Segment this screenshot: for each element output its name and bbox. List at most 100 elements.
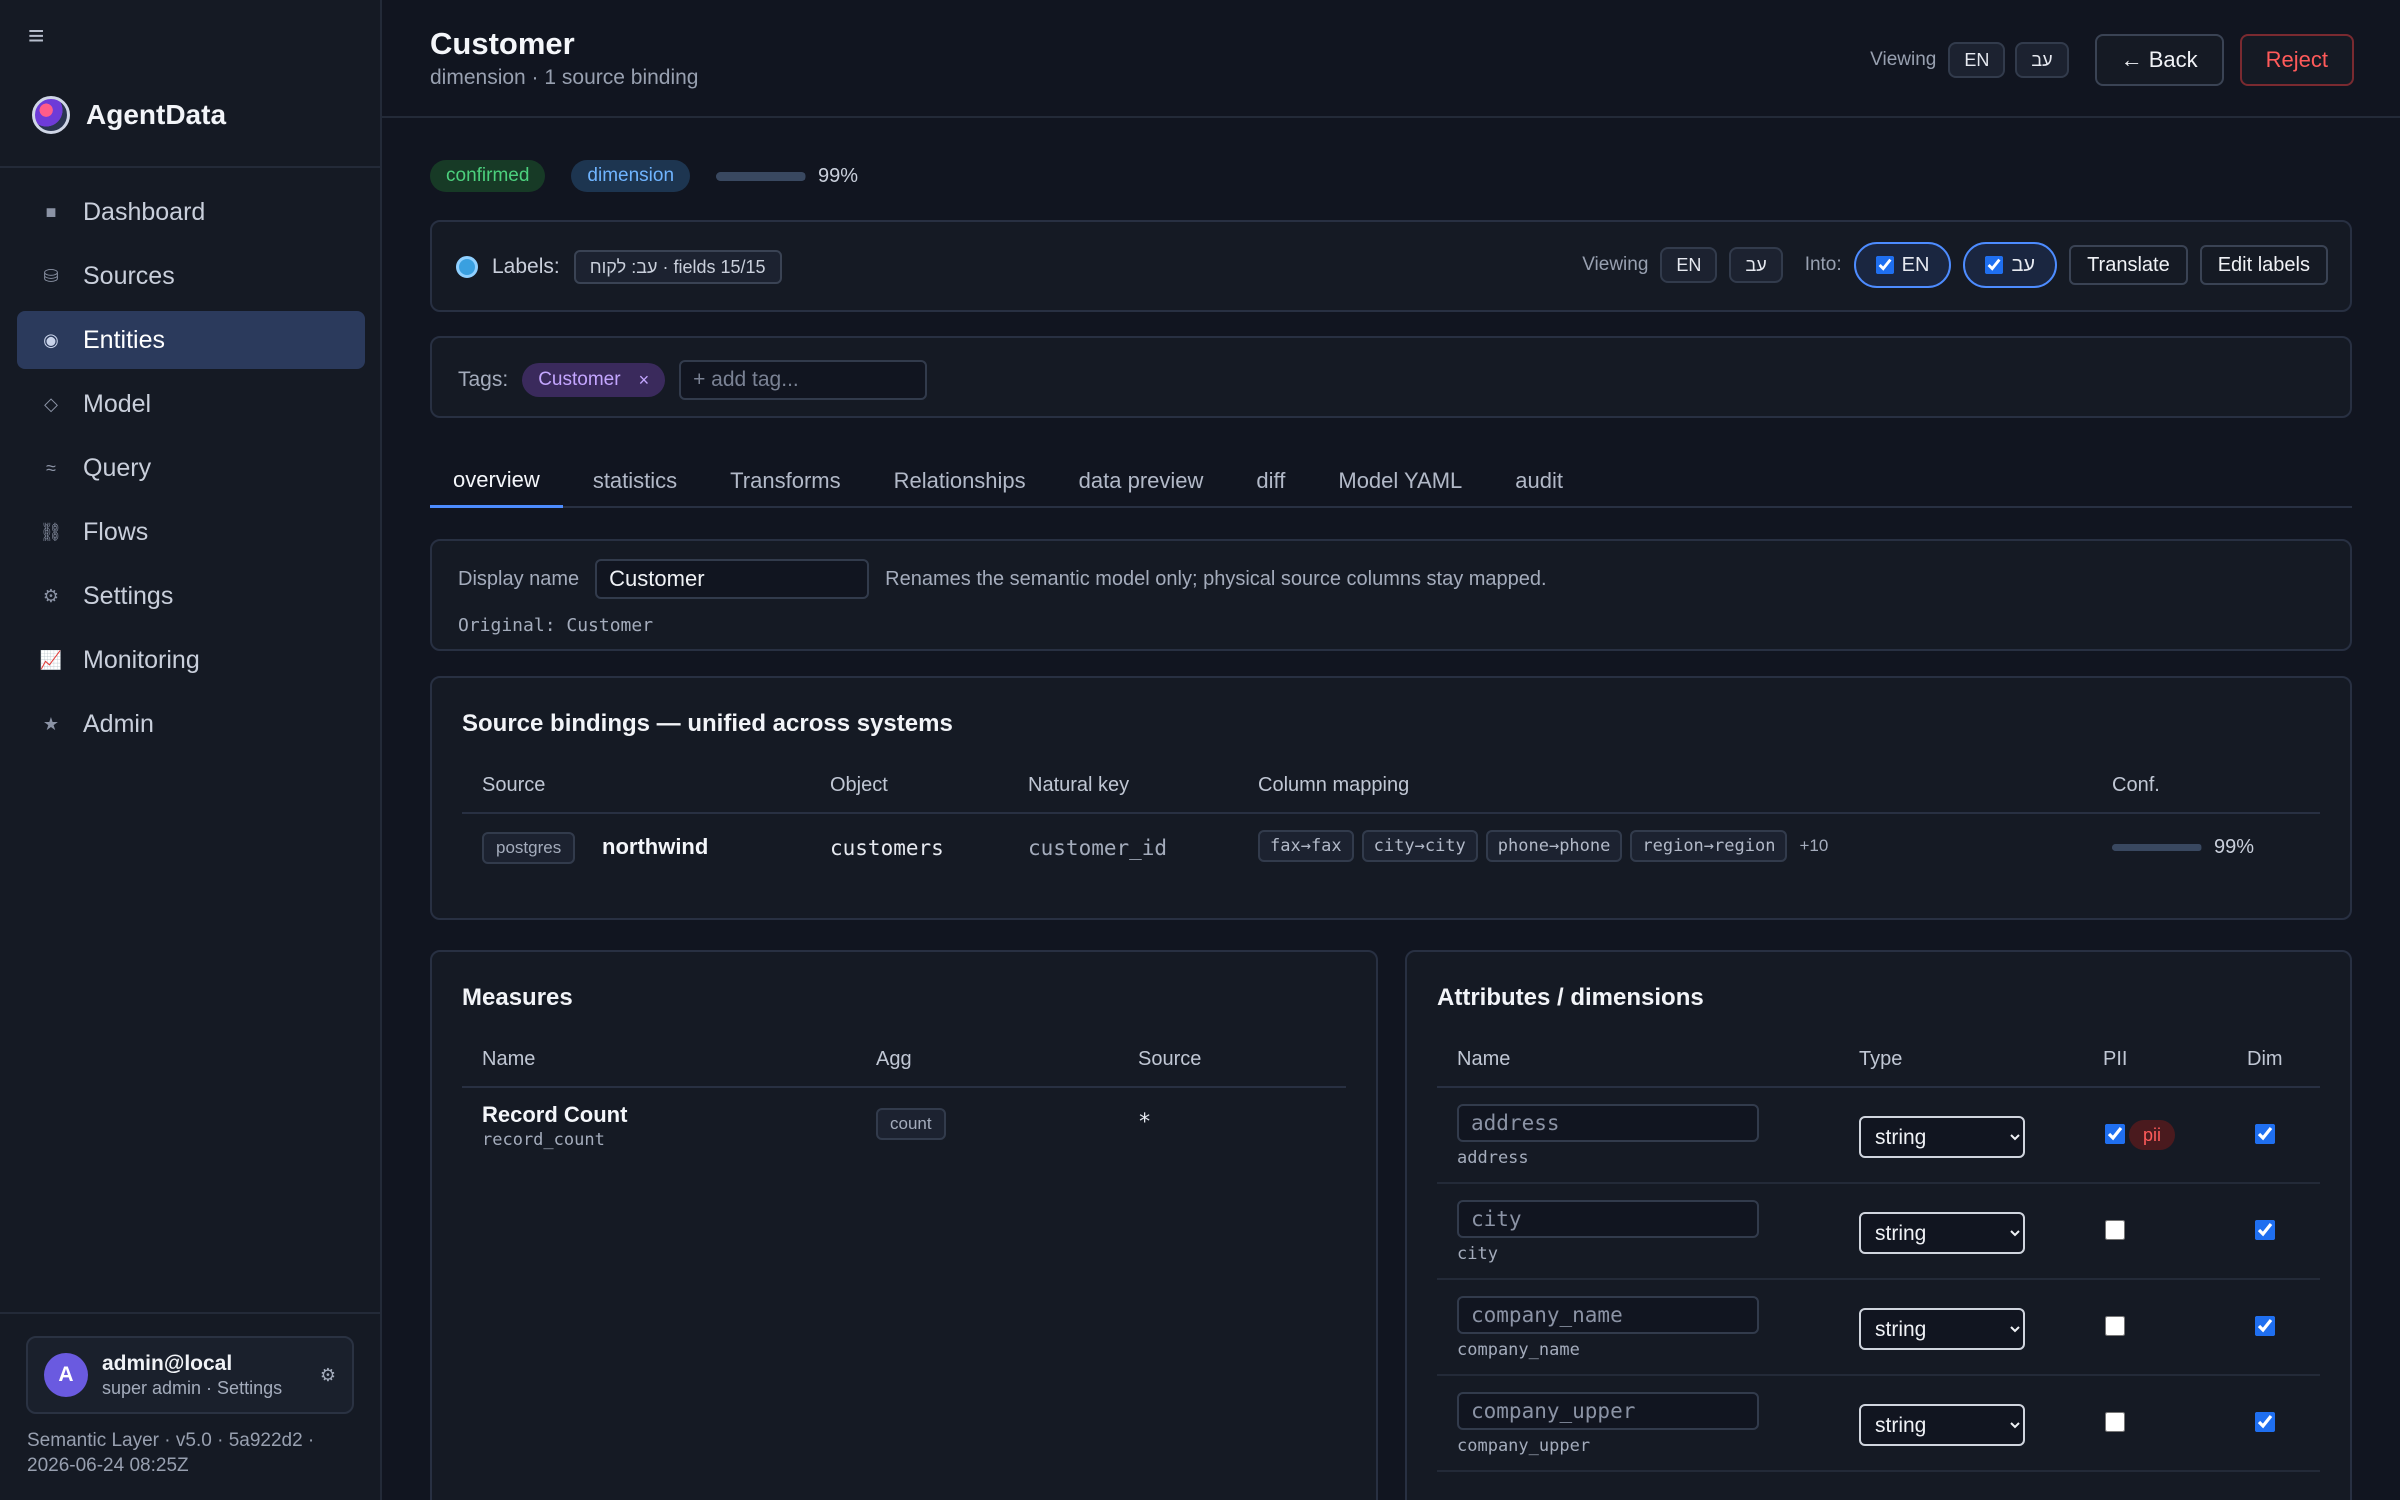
back-button[interactable]: ← Back xyxy=(2094,34,2224,86)
sidebar-item-model[interactable]: ◇ Model xyxy=(17,375,365,433)
display-name-input[interactable] xyxy=(595,559,870,599)
tab-statistics[interactable]: statistics xyxy=(570,454,700,508)
tab-transforms[interactable]: Transforms xyxy=(707,454,863,508)
table-row: address string pii xyxy=(1437,1088,2320,1184)
into-he-toggle[interactable]: עב xyxy=(1963,242,2058,288)
original-name: Original: Customer xyxy=(458,615,654,636)
entity-icon: ◉ xyxy=(43,329,59,350)
pii-checkbox[interactable] xyxy=(2105,1316,2125,1336)
attribute-label-input[interactable] xyxy=(1457,1200,1759,1238)
menu-toggle-icon[interactable]: ≡ xyxy=(28,20,44,52)
attribute-type-select[interactable]: string xyxy=(1859,1212,2025,1254)
confidence: 99% xyxy=(716,165,858,188)
attribute-key: address xyxy=(1457,1148,1529,1168)
version-line: Semantic Layer · v5.0 · 5a922d2 · xyxy=(27,1430,315,1451)
pii-checkbox[interactable] xyxy=(2105,1124,2125,1144)
measure-key: record_count xyxy=(482,1130,605,1150)
confidence-text: 99% xyxy=(818,164,859,187)
into-en-toggle[interactable]: EN xyxy=(1853,242,1952,288)
tag-chip: Customer × xyxy=(522,363,666,397)
labels-view-en-button[interactable]: EN xyxy=(1660,247,1718,283)
attribute-type-select[interactable]: string xyxy=(1859,1116,2025,1158)
into-en-label: EN xyxy=(1901,253,1930,276)
labels-actions: Viewing EN עב Into: EN עב Translate Edit… xyxy=(1582,242,2328,288)
col-type: Type xyxy=(1859,1048,1903,1070)
sidebar-item-admin[interactable]: ★ Admin xyxy=(17,695,365,753)
sidebar-item-flows[interactable]: ⛓ Flows xyxy=(17,503,365,561)
pii-badge: pii xyxy=(2129,1120,2176,1150)
binding-confidence-text: 99% xyxy=(2214,836,2255,858)
pii-checkbox[interactable] xyxy=(2105,1220,2125,1240)
tab-overview[interactable]: overview xyxy=(430,454,563,508)
edit-labels-button[interactable]: Edit labels xyxy=(2199,245,2328,285)
col-pii: PII xyxy=(2103,1048,2128,1070)
measures-title: Measures xyxy=(462,984,573,1011)
more-mappings[interactable]: +10 xyxy=(1799,836,1828,856)
col-name: Name xyxy=(482,1048,536,1070)
attribute-type-select[interactable]: string xyxy=(1859,1308,2025,1350)
labels-viewing-label: Viewing xyxy=(1582,254,1649,275)
dim-checkbox[interactable] xyxy=(2255,1124,2275,1144)
sidebar-item-monitoring[interactable]: 📈 Monitoring xyxy=(17,631,365,689)
confidence-bar xyxy=(716,171,807,181)
wave-icon: ≈ xyxy=(46,457,56,478)
brand[interactable]: AgentData xyxy=(32,96,226,134)
labels-card: Labels: עב: לקוח · fields 15/15 Viewing … xyxy=(430,220,2352,312)
translate-button[interactable]: Translate xyxy=(2069,245,2188,285)
attributes-card: Attributes / dimensions Name Type PII Di… xyxy=(1405,950,2352,1500)
sidebar: ≡ AgentData ■ Dashboard ⛁ Sources ◉ Entities ◇… xyxy=(0,0,382,1500)
version-info: Semantic Layer · v5.0 · 5a922d2 · 2026-0… xyxy=(27,1428,357,1478)
dim-checkbox[interactable] xyxy=(2255,1316,2275,1336)
dim-checkbox[interactable] xyxy=(2255,1220,2275,1240)
sidebar-item-sources[interactable]: ⛁ Sources xyxy=(17,247,365,305)
display-name-row: Display name Renames the semantic model … xyxy=(458,559,1547,599)
tag-remove-icon[interactable]: × xyxy=(639,370,650,391)
object-name: customers xyxy=(830,836,944,860)
view-lang-en-button[interactable]: EN xyxy=(1948,42,2006,78)
sidebar-item-dashboard[interactable]: ■ Dashboard xyxy=(17,183,365,241)
table-row: company_upper string xyxy=(1437,1376,2320,1472)
pii-checkbox[interactable] xyxy=(2105,1412,2125,1432)
display-name-card: Display name Renames the semantic model … xyxy=(430,539,2352,651)
table-row[interactable]: Record Count record_count count * xyxy=(462,1088,1346,1178)
sidebar-item-label: Query xyxy=(83,453,152,482)
view-lang-he-button[interactable]: עב xyxy=(2015,42,2069,78)
attribute-label-input[interactable] xyxy=(1457,1296,1759,1334)
table-row[interactable]: postgres northwind customers customer_id… xyxy=(462,814,2320,880)
dim-checkbox[interactable] xyxy=(2255,1412,2275,1432)
tab-data-preview[interactable]: data preview xyxy=(1056,454,1227,508)
mapping-chip: region→region xyxy=(1630,830,1788,862)
user-card[interactable]: A admin@local super admin · Settings ⚙ xyxy=(26,1336,354,1414)
sidebar-item-label: Settings xyxy=(83,581,174,610)
sidebar-item-query[interactable]: ≈ Query xyxy=(17,439,365,497)
into-he-checkbox[interactable] xyxy=(1985,256,2004,274)
sidebar-divider-bottom xyxy=(0,1312,380,1314)
attributes-table-header: Name Type PII Dim xyxy=(1437,1048,2320,1088)
measures-table-header: Name Agg Source xyxy=(462,1048,1346,1088)
natural-key: customer_id xyxy=(1028,836,1168,860)
sidebar-item-settings[interactable]: ⚙ Settings xyxy=(17,567,365,625)
tab-audit[interactable]: audit xyxy=(1492,454,1586,508)
tab-model-yaml[interactable]: Model YAML xyxy=(1315,454,1485,508)
chart-icon: 📈 xyxy=(39,649,63,670)
source-bindings-card: Source bindings — unified across systems… xyxy=(430,676,2352,920)
add-tag-input[interactable] xyxy=(679,360,928,400)
tab-diff[interactable]: diff xyxy=(1233,454,1308,508)
column-mappings: fax→fax city→city phone→phone region→region… xyxy=(1258,830,1828,862)
attribute-label-input[interactable] xyxy=(1457,1104,1759,1142)
database-icon: ⛁ xyxy=(43,265,59,286)
attribute-label-input[interactable] xyxy=(1457,1392,1759,1430)
tab-relationships[interactable]: Relationships xyxy=(871,454,1049,508)
into-en-checkbox[interactable] xyxy=(1875,256,1894,274)
reject-button[interactable]: Reject xyxy=(2239,34,2354,86)
user-settings-gear-icon[interactable]: ⚙ xyxy=(320,1365,336,1386)
user-name: admin@local xyxy=(102,1351,233,1375)
kind-badge: dimension xyxy=(571,160,691,192)
attribute-key: city xyxy=(1457,1244,1498,1264)
attribute-type-select[interactable]: string xyxy=(1859,1404,2025,1446)
labels-view-he-button[interactable]: עב xyxy=(1729,247,1783,283)
status-badges: confirmed dimension 99% xyxy=(430,160,858,192)
sidebar-item-entities[interactable]: ◉ Entities xyxy=(17,311,365,369)
sidebar-item-label: Flows xyxy=(83,517,149,546)
avatar: A xyxy=(44,1353,88,1397)
